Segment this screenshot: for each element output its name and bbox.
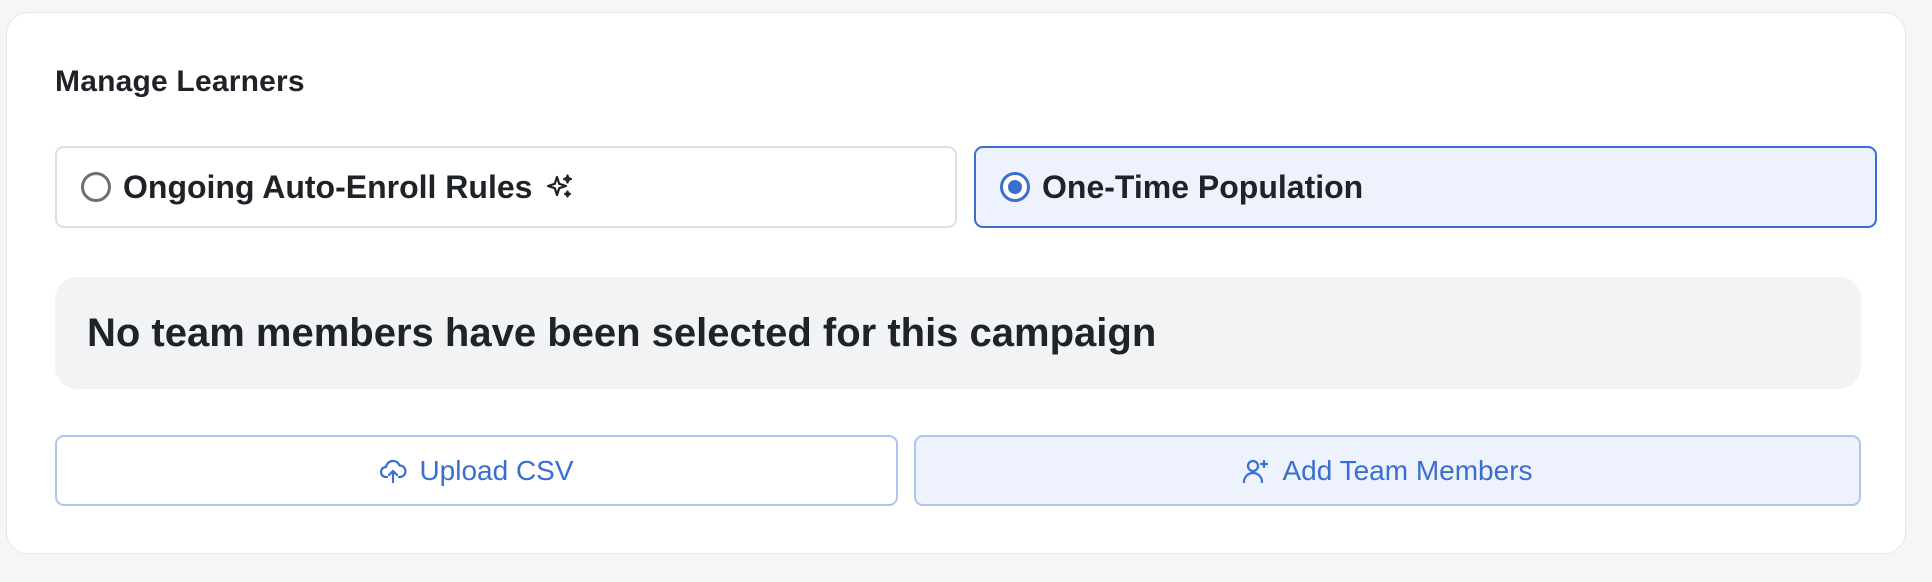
add-team-members-button[interactable]: Add Team Members — [914, 435, 1861, 506]
empty-state-message: No team members have been selected for t… — [87, 310, 1157, 355]
option-label: Ongoing Auto-Enroll Rules — [123, 168, 533, 205]
section-title: Manage Learners — [55, 65, 305, 98]
option-ongoing-auto-enroll[interactable]: Ongoing Auto-Enroll Rules — [55, 146, 957, 228]
cloud-upload-icon — [379, 457, 408, 485]
option-label: One-Time Population — [1042, 168, 1364, 205]
option-one-time-population[interactable]: One-Time Population — [974, 146, 1877, 228]
sparkle-icon — [546, 173, 574, 201]
empty-state: No team members have been selected for t… — [55, 277, 1861, 389]
add-team-members-label: Add Team Members — [1282, 454, 1533, 486]
upload-csv-label: Upload CSV — [419, 454, 574, 486]
radio-selected[interactable] — [1000, 172, 1030, 202]
manage-learners-card: Manage Learners Ongoing Auto-Enroll Rule… — [6, 12, 1906, 554]
radio-dot — [1008, 180, 1022, 194]
user-plus-icon — [1242, 457, 1270, 485]
upload-csv-button[interactable]: Upload CSV — [55, 435, 898, 506]
radio-unselected[interactable] — [81, 172, 111, 202]
